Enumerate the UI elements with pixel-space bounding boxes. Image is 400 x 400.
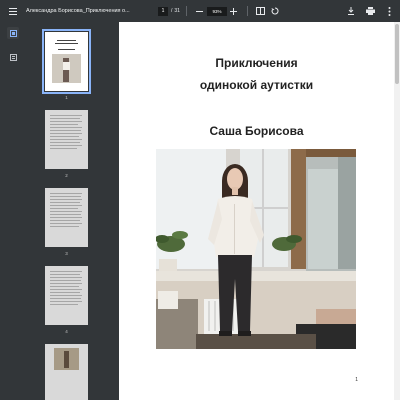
pdf-toolbar: Александра Борисова_Приключения о... 1 /… [0, 0, 400, 22]
more-vert-icon[interactable] [382, 4, 396, 18]
thumbnail-page-2[interactable] [45, 110, 88, 169]
right-tools [344, 4, 396, 18]
rotate-icon[interactable] [268, 4, 282, 18]
sidebar-rail [0, 22, 26, 400]
page-separator: / [171, 8, 173, 14]
thumbnails-icon[interactable] [7, 27, 19, 39]
download-icon[interactable] [344, 4, 358, 18]
document-viewer[interactable]: Приключения одинокой аутистки Саша Борис… [119, 22, 400, 400]
scrollbar[interactable] [394, 22, 400, 400]
fit-page-icon[interactable] [254, 4, 268, 18]
document-page: Приключения одинокой аутистки Саша Борис… [119, 22, 394, 400]
toolbar-divider [246, 6, 248, 16]
zoom-input[interactable]: 93% [206, 6, 227, 16]
plus-icon[interactable] [227, 4, 241, 18]
toolbar-divider [185, 6, 187, 16]
document-outline-icon[interactable] [7, 51, 19, 63]
thumbnail-page-3[interactable] [45, 188, 88, 247]
book-title-line-1: Приключения [215, 56, 298, 70]
document-title: Александра Борисова_Приключения о... [26, 8, 130, 14]
print-icon[interactable] [363, 4, 377, 18]
current-page-input[interactable]: 1 [158, 6, 168, 16]
cover-photo [156, 149, 356, 349]
thumbnail-number: 1 [65, 95, 68, 100]
thumbnail-number: 3 [65, 251, 68, 256]
book-title-line-2: одинокой аутистки [199, 78, 314, 92]
thumbnail-number: 4 [65, 329, 68, 334]
scrollbar-thumb[interactable] [395, 24, 399, 84]
cover-photo-image [156, 149, 356, 349]
thumbnail-page-5[interactable] [45, 344, 88, 400]
thumbnail-page-4[interactable] [45, 266, 88, 325]
thumbnail-panel: 1 2 3 4 [26, 22, 119, 400]
minus-icon[interactable] [193, 4, 207, 18]
menu-icon[interactable] [6, 4, 20, 18]
book-author: Саша Борисова [209, 124, 304, 138]
page-number: 1 [355, 377, 358, 383]
total-pages: 31 [174, 8, 180, 14]
thumbnail-page-1[interactable] [42, 29, 91, 94]
thumbnail-number: 2 [65, 173, 68, 178]
